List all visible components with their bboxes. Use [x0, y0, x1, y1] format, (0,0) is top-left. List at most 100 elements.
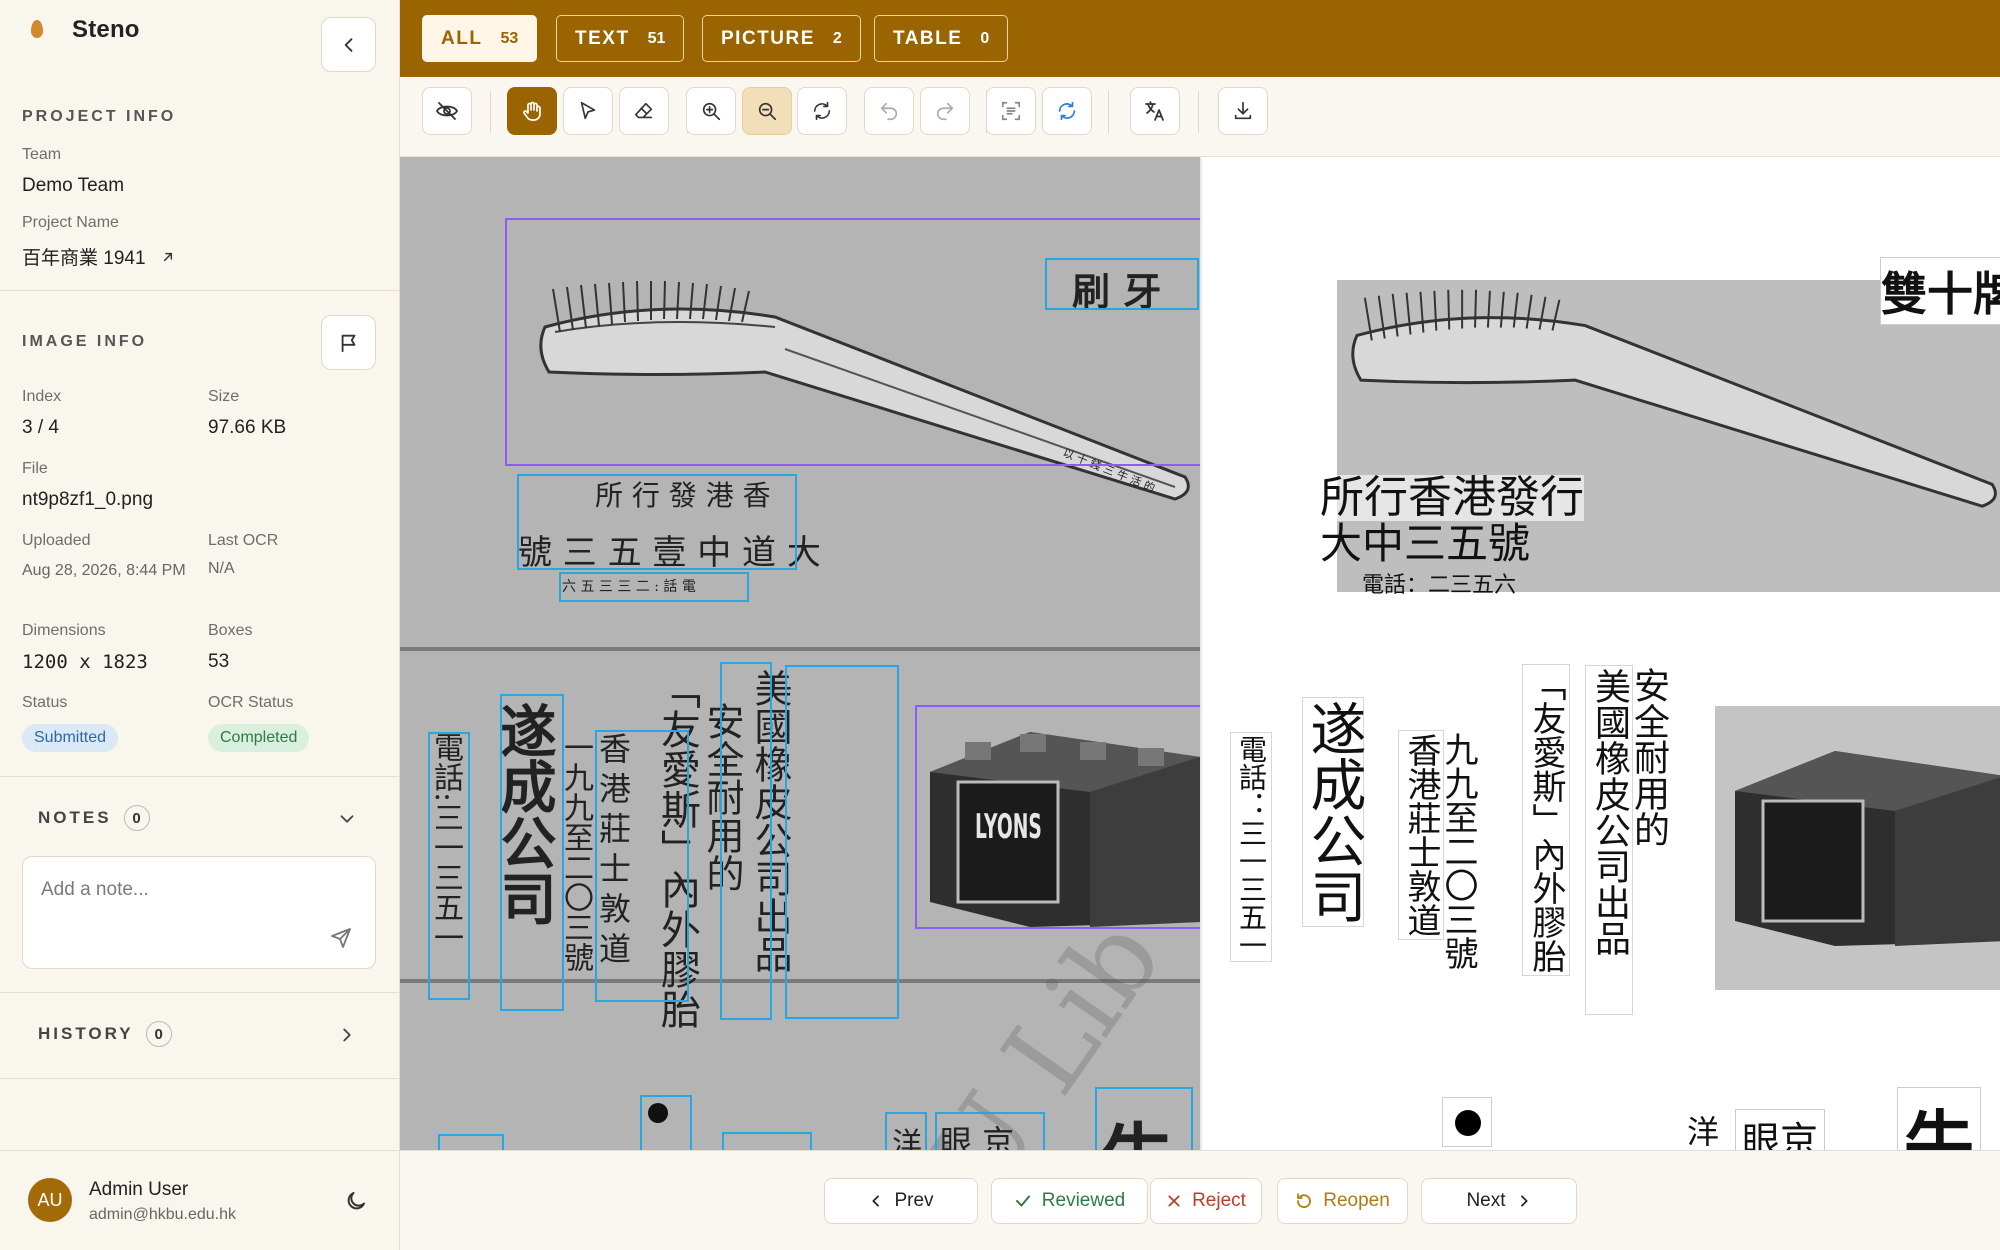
ocr-text-block[interactable]: 洋 [1687, 1107, 1719, 1150]
filter-count: 2 [832, 29, 842, 47]
ocr-text-block[interactable]: 「友愛斯」內外膠胎 [1522, 664, 1570, 976]
chevron-right-icon[interactable] [336, 1024, 358, 1046]
zoom-in-button[interactable] [686, 87, 736, 135]
flag-button[interactable] [321, 315, 376, 370]
index-label: Index [22, 388, 62, 405]
status-badge: Submitted [22, 724, 119, 752]
text-box[interactable] [722, 1132, 812, 1150]
chevron-down-icon[interactable] [336, 808, 358, 830]
text-box[interactable] [438, 1134, 504, 1150]
rotate-icon [813, 101, 831, 121]
toolbar-separator [1108, 91, 1109, 133]
text-box[interactable] [595, 730, 689, 1002]
reviewed-button[interactable]: Reviewed [991, 1178, 1148, 1224]
check-icon [1015, 1195, 1030, 1207]
ocr-text-block[interactable]: 電話：三一三五一 [1230, 732, 1272, 962]
flag-icon [341, 334, 355, 352]
ocr-text-block[interactable]: 九九至二〇三號 [1398, 730, 1478, 972]
rotate-button[interactable] [797, 87, 847, 135]
ocr-text-block[interactable]: 所行香港發行 [1320, 475, 1584, 521]
filter-label: ALL [441, 27, 483, 49]
notes-count: 0 [123, 805, 150, 831]
divider [0, 992, 400, 993]
ocr-result-canvas[interactable]: 雙十牌 所行香港發行 大中三五號 電話：二三五六 電話：三一三五一 遂成公司 香… [1202, 157, 2000, 1150]
erase-tool-button[interactable] [619, 87, 669, 135]
undo-icon [880, 102, 898, 121]
text-box[interactable] [885, 1112, 927, 1150]
rotate-ccw-icon [1297, 1193, 1312, 1209]
boxes-label: Boxes [208, 622, 253, 639]
zoom-out-button[interactable] [742, 87, 792, 135]
filter-text-button[interactable]: TEXT 51 [556, 15, 685, 62]
close-icon [1168, 1195, 1180, 1207]
scan-text: 一九九至二〇三號 [558, 732, 593, 972]
ocr-region-button[interactable] [986, 87, 1036, 135]
reopen-button[interactable]: Reopen [1277, 1178, 1408, 1224]
filter-label: PICTURE [721, 27, 815, 49]
reject-button[interactable]: Reject [1150, 1178, 1262, 1224]
project-name-link[interactable]: 百年商業 1941 [22, 243, 176, 270]
page-rule [400, 647, 1200, 651]
history-header[interactable]: HISTORY 0 [38, 1021, 172, 1047]
prev-button[interactable]: Prev [824, 1178, 978, 1224]
download-button[interactable] [1218, 87, 1268, 135]
text-box[interactable] [559, 572, 749, 602]
divider [0, 290, 400, 291]
reject-label: Reject [1192, 1190, 1246, 1211]
team-label: Team [22, 146, 62, 163]
redo-button[interactable] [920, 87, 970, 135]
file-value: nt9p8zf1_0.png [22, 489, 154, 510]
toggle-boxes-button[interactable] [422, 87, 472, 135]
ocr-text-block[interactable] [1442, 1097, 1492, 1147]
text-box[interactable] [500, 694, 564, 1011]
text-box[interactable] [785, 665, 899, 1019]
ocr-text-block[interactable]: 電話：二三五六 [1362, 572, 1516, 600]
collapse-sidebar-button[interactable] [321, 17, 376, 72]
ocr-text-block[interactable]: 遂成公司 [1301, 697, 1366, 927]
notes-header[interactable]: NOTES 0 [38, 805, 150, 831]
source-image-canvas[interactable]: 以 十 錢 三 牛 活 的 刷 牙 所 行 發 港 香 號 三 五 壹 中 道 … [400, 157, 1200, 1150]
next-button[interactable]: Next [1421, 1178, 1577, 1224]
text-box[interactable] [640, 1095, 692, 1150]
filter-label: TEXT [575, 27, 630, 49]
filter-label: TABLE [893, 27, 963, 49]
note-input[interactable] [41, 879, 341, 901]
chevron-left-icon [872, 1195, 880, 1207]
eye-off-icon [435, 102, 459, 120]
text-box[interactable] [935, 1112, 1045, 1150]
send-icon[interactable] [329, 926, 353, 950]
undo-button[interactable] [864, 87, 914, 135]
avatar[interactable]: AU [28, 1178, 72, 1222]
ocr-text-block[interactable]: 牛 [1897, 1087, 1981, 1150]
text-box[interactable] [517, 474, 797, 570]
text-box[interactable] [1045, 258, 1199, 310]
rerun-ocr-button[interactable] [1042, 87, 1092, 135]
text-box[interactable] [1095, 1087, 1193, 1150]
moon-icon[interactable] [344, 1189, 368, 1213]
ocr-text-block[interactable]: 大中三五號 [1320, 521, 1530, 567]
picture-box[interactable] [915, 705, 1200, 929]
pan-tool-button[interactable] [507, 87, 557, 135]
text-box[interactable] [720, 662, 772, 1020]
user-name: Admin User [89, 1179, 189, 1200]
steno-logo-icon [28, 16, 46, 44]
divider [0, 776, 400, 777]
picture-box[interactable] [505, 218, 1200, 466]
translate-button[interactable] [1130, 87, 1180, 135]
select-tool-button[interactable] [563, 87, 613, 135]
filter-picture-button[interactable]: PICTURE 2 [702, 15, 861, 62]
app-name: Steno [72, 16, 140, 43]
filter-count: 53 [500, 29, 519, 47]
last-ocr-label: Last OCR [208, 532, 279, 549]
zoom-in-icon [702, 102, 721, 121]
next-label: Next [1466, 1190, 1506, 1211]
user-card: AU Admin User admin@hkbu.edu.hk [0, 1150, 400, 1250]
note-editor [22, 856, 376, 969]
history-count: 0 [145, 1021, 172, 1047]
ocr-text-block[interactable]: 眼京 [1735, 1109, 1826, 1150]
ocr-text-block[interactable]: 雙十牌 [1880, 257, 2000, 325]
filter-all-button[interactable]: ALL 53 [422, 15, 538, 62]
filter-table-button[interactable]: TABLE 0 [874, 15, 1009, 62]
ocr-text-block[interactable]: 安全耐用的 [1585, 665, 1669, 849]
text-box[interactable] [428, 732, 470, 1000]
